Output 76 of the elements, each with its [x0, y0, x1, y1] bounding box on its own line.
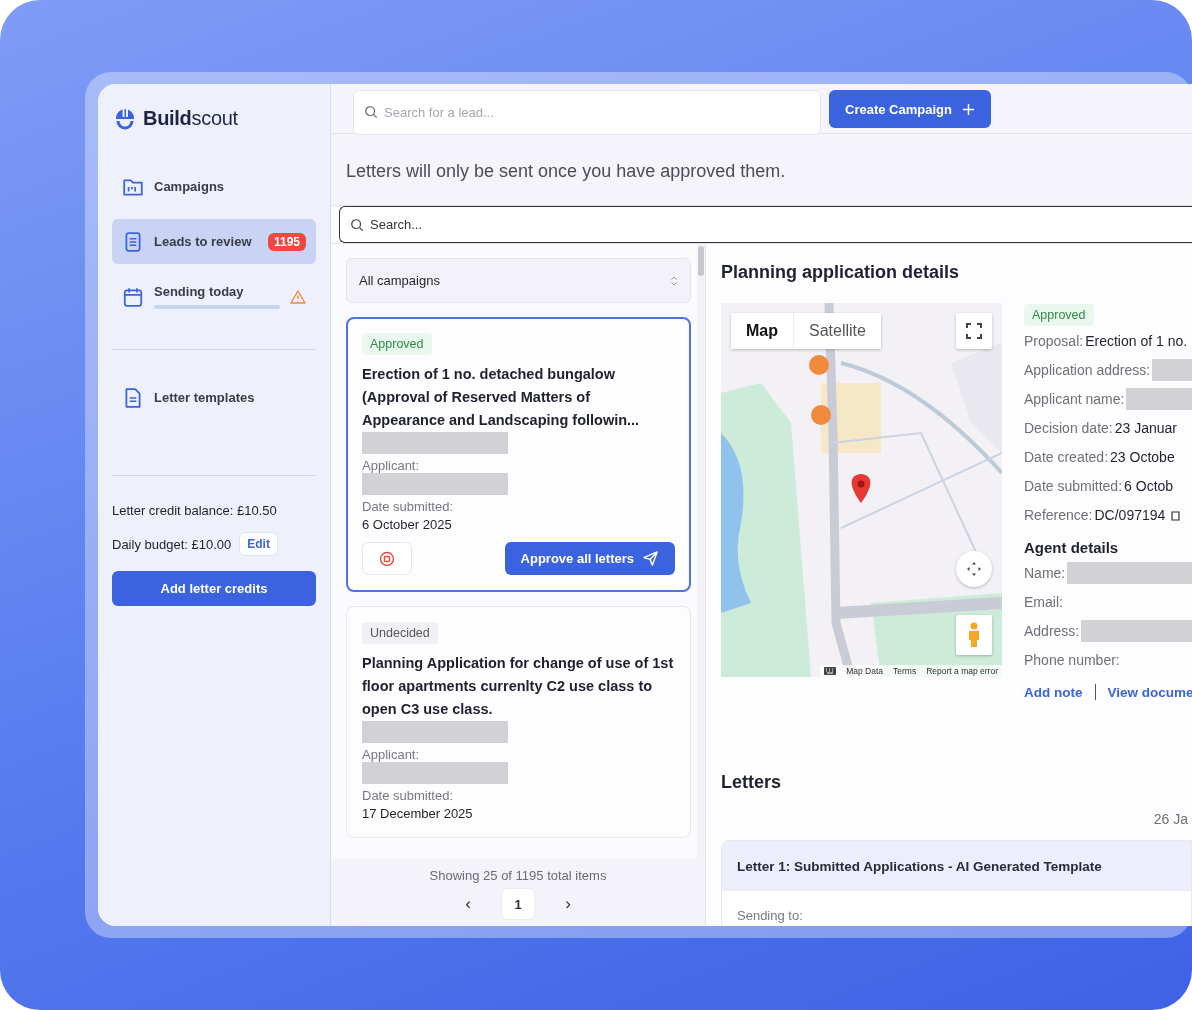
letter-card[interactable]: Letter 1: Submitted Applications - AI Generated Template Sending to: [721, 840, 1192, 926]
lead-card[interactable]: Undecided Planning Application for change of use of 1st floor apartments currenlty C2 use class to open C3 use class. Applicant: Date submitted: 17 December 2025 [346, 606, 691, 838]
scrollbar[interactable] [697, 244, 705, 859]
approve-button[interactable]: Approve all letters [504, 542, 675, 575]
street-view-button[interactable] [956, 615, 992, 655]
page-button[interactable]: 1 [501, 888, 535, 920]
status-badge: Approved [362, 333, 432, 355]
nav-item[interactable]: Campaigns [112, 164, 316, 209]
field-label: Date created: [1024, 448, 1109, 465]
field-label: Phone number: [1024, 651, 1120, 668]
campaign-select[interactable]: All campaigns [346, 258, 691, 303]
person-icon [966, 622, 982, 648]
add-credits-button[interactable]: Add letter credits [112, 571, 316, 606]
field-label: Proposal: [1024, 332, 1084, 349]
field-value: DC/097194 [1094, 506, 1166, 523]
applicant-label: Applicant: [362, 458, 421, 473]
helmet-logo-icon [113, 106, 137, 130]
section-title: Agent details [1024, 539, 1120, 556]
daily-budget: Daily budget: £10.00 [112, 536, 232, 552]
nav-item[interactable]: Letter templates [112, 375, 316, 420]
brand-name: Buildscout [143, 106, 238, 130]
lead-title: Erection of 1 no. detached bungalow (Approval of Reserved Matters of Appearance and Landscaping followin... [362, 365, 641, 430]
fullscreen-icon [965, 322, 983, 340]
calendar-icon [122, 285, 144, 308]
date-label: Date submitted: [362, 499, 455, 514]
field-value: Erection of 1 no. [1085, 332, 1188, 349]
field-label: Applicant name: [1024, 390, 1125, 407]
map-view-tab[interactable]: Satellite [793, 313, 881, 349]
chevron-updown-icon [670, 274, 678, 287]
stop-button[interactable] [362, 542, 412, 575]
date-submitted: 6 October 2025 [362, 517, 453, 532]
nav-item[interactable]: Sending today [112, 274, 316, 319]
text-link[interactable]: Add note [1024, 684, 1083, 700]
applicant-label: Applicant: [362, 747, 421, 762]
section-title: Planning application details [721, 262, 961, 283]
section-title: Letters [721, 772, 783, 793]
nav-item[interactable]: Leads to review 1195 [112, 219, 316, 264]
status-badge: Undecided [362, 622, 438, 644]
field-label: Application address: [1024, 361, 1151, 378]
map-view-tab[interactable]: Map [731, 313, 793, 349]
send-icon [642, 550, 659, 567]
edit-button[interactable]: Edit [239, 532, 278, 556]
count-badge: 1195 [267, 232, 306, 251]
date-submitted: 17 December 2025 [362, 806, 474, 821]
stop-icon [379, 550, 395, 567]
date-label: Date submitted: [362, 788, 455, 803]
create-campaign-button[interactable]: Create Campaign [829, 90, 991, 128]
external-link-icon[interactable] [1171, 508, 1182, 521]
plus-icon [961, 102, 975, 116]
lead-card[interactable]: Approved Erection of 1 no. detached bungalow (Approval of Reserved Matters of Appearance and Landscaping followin... Applicant: Date submitted: 6 October 2025 Approve all letters [346, 317, 691, 592]
sending-to-label: Sending to: [737, 908, 803, 923]
search-icon [364, 104, 378, 119]
next-page-button[interactable]: › [551, 888, 585, 920]
field-label: Date submitted: [1024, 477, 1123, 494]
map-attribution-link[interactable]: Terms [893, 666, 917, 676]
field-label: Name: [1024, 564, 1066, 581]
field-label: Reference: [1024, 506, 1093, 523]
pan-arrows-icon [965, 560, 983, 578]
field-value: 23 Octobe [1110, 448, 1175, 465]
fullscreen-button[interactable] [956, 313, 992, 349]
field-label: Decision date: [1024, 419, 1113, 436]
field-value: 23 Januar [1114, 419, 1177, 436]
pagination-summary: Showing 25 of 1195 total items [429, 868, 607, 883]
lead-title: Planning Application for change of use of 1st floor apartments currenlty C2 use class to open C3 use class. [362, 654, 675, 719]
map-attribution-link[interactable]: Map Data [846, 666, 884, 676]
search-field[interactable]: Search... [339, 206, 1192, 243]
field-label: Email: [1024, 593, 1063, 610]
credit-balance: Letter credit balance: £10.50 [112, 503, 278, 518]
letter-title: Letter 1: Submitted Applications - AI Generated Template [737, 858, 1102, 874]
letter-date: 26 Ja [1152, 811, 1188, 827]
map-attribution-link[interactable]: Report a map error [926, 666, 998, 676]
search-icon [350, 217, 364, 232]
field-label: Address: [1024, 622, 1080, 639]
status-badge: Approved [1024, 304, 1094, 326]
previous-page-button[interactable]: ‹ [451, 888, 485, 920]
field-value: 6 Octob [1124, 477, 1174, 494]
